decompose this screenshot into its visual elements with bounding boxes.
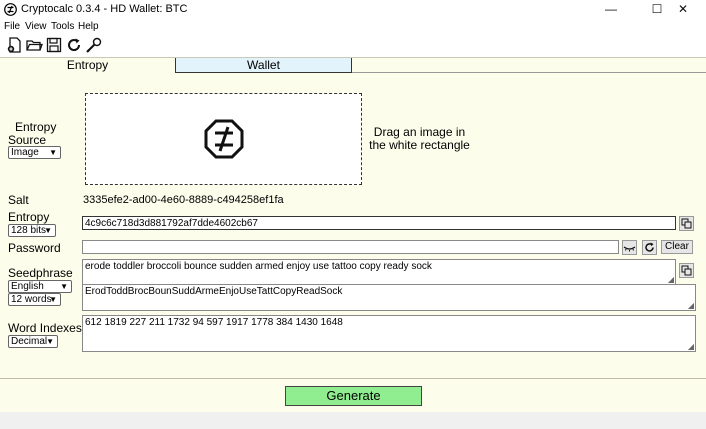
chevron-down-icon: ▼ <box>49 148 57 157</box>
resize-grip-icon[interactable]: ◢ <box>688 302 694 310</box>
seedphrase-label: Seedphrase <box>8 266 73 280</box>
password-label: Password <box>8 241 61 255</box>
entropy-bits-select[interactable]: 128 bits ▼ <box>8 224 56 237</box>
toggle-password-visibility-button[interactable] <box>622 240 637 255</box>
refresh-icon <box>645 242 654 252</box>
entropy-input[interactable]: 4c9c6c718d3d881792af7dde4602cb67 <box>82 216 676 230</box>
tab-wallet[interactable]: Wallet <box>175 58 352 73</box>
password-input[interactable] <box>82 240 619 254</box>
tools-icon[interactable] <box>85 36 103 54</box>
resize-grip-icon[interactable]: ◢ <box>688 343 694 351</box>
drag-hint-line2: the white rectangle <box>369 138 470 152</box>
drag-hint: Drag an image in the white rectangle <box>362 126 477 152</box>
app-logo-icon <box>4 3 17 16</box>
salt-value: 3335efe2-ad00-4e60-8889-c494258ef1fa <box>83 194 284 206</box>
tab-entropy[interactable]: Entropy <box>0 58 175 73</box>
chevron-down-icon: ▼ <box>46 337 54 346</box>
compact-seedphrase: ErodToddBrocBounSuddArmeEnjoUseTattCopyR… <box>85 286 343 297</box>
chevron-down-icon: ▼ <box>49 295 57 304</box>
app-logo-icon <box>204 119 244 159</box>
entropy-label: Entropy <box>8 210 50 224</box>
chevron-down-icon: ▼ <box>60 282 68 291</box>
language-value: English <box>11 281 44 292</box>
menu-help[interactable]: Help <box>78 21 99 32</box>
close-button[interactable]: ✕ <box>660 0 706 19</box>
save-icon[interactable] <box>45 36 63 54</box>
entropy-panel: Entropy Wallet Entropy Source Image ▼ Dr… <box>0 57 706 412</box>
copy-seedphrase-button[interactable] <box>679 263 694 278</box>
salt-label: Salt <box>8 193 29 207</box>
menu-view[interactable]: View <box>25 21 47 32</box>
open-folder-icon[interactable] <box>25 36 43 54</box>
compact-seedphrase-textarea[interactable]: ErodToddBrocBounSuddArmeEnjoUseTattCopyR… <box>82 284 696 311</box>
menu-bar: File View Tools Help <box>0 19 706 34</box>
image-drop-zone[interactable] <box>85 93 362 185</box>
copy-icon <box>681 265 692 276</box>
word-indexes-label: Word Indexes <box>8 321 82 335</box>
menu-tools[interactable]: Tools <box>51 21 74 32</box>
entropy-source-label-line1: Entropy <box>15 120 57 134</box>
seedphrase-textarea[interactable]: erode toddler broccoli bounce sudden arm… <box>82 259 676 285</box>
word-index-format-value: Decimal <box>11 336 48 347</box>
menu-file[interactable]: File <box>4 21 20 32</box>
generate-button[interactable]: Generate <box>285 386 422 406</box>
entropy-source-value: Image <box>11 147 39 158</box>
toolbar <box>0 34 706 56</box>
word-count-select[interactable]: 12 words ▼ <box>8 293 61 306</box>
entropy-source-select[interactable]: Image ▼ <box>8 146 61 159</box>
new-file-icon[interactable] <box>6 36 24 54</box>
word-count-value: 12 words <box>11 294 52 305</box>
chevron-down-icon: ▼ <box>44 226 52 235</box>
eye-closed-icon <box>623 246 636 252</box>
divider <box>0 378 706 379</box>
regenerate-password-button[interactable] <box>642 240 657 255</box>
status-bar <box>0 412 706 429</box>
word-index-format-select[interactable]: Decimal ▼ <box>8 335 58 348</box>
copy-entropy-button[interactable] <box>679 216 694 231</box>
word-indexes-textarea[interactable]: 612 1819 227 211 1732 94 597 1917 1778 3… <box>82 315 696 352</box>
clear-password-button[interactable]: Clear <box>661 240 693 254</box>
copy-icon <box>681 218 692 229</box>
window-title: Cryptocalc 0.3.4 - HD Wallet: BTC <box>21 3 188 15</box>
resize-grip-icon[interactable]: ◢ <box>668 276 674 284</box>
minimize-button[interactable]: — <box>588 0 634 19</box>
seedphrase-words: erode toddler broccoli bounce sudden arm… <box>85 261 432 272</box>
title-bar: Cryptocalc 0.3.4 - HD Wallet: BTC — ☐ ✕ <box>0 0 706 19</box>
tab-strip-divider <box>352 72 706 73</box>
refresh-icon[interactable] <box>65 36 83 54</box>
entropy-source-label-line2: Source <box>8 133 47 147</box>
language-select[interactable]: English ▼ <box>8 280 72 293</box>
entropy-bits-value: 128 bits <box>11 225 47 236</box>
word-indexes-value: 612 1819 227 211 1732 94 597 1917 1778 3… <box>85 317 343 328</box>
